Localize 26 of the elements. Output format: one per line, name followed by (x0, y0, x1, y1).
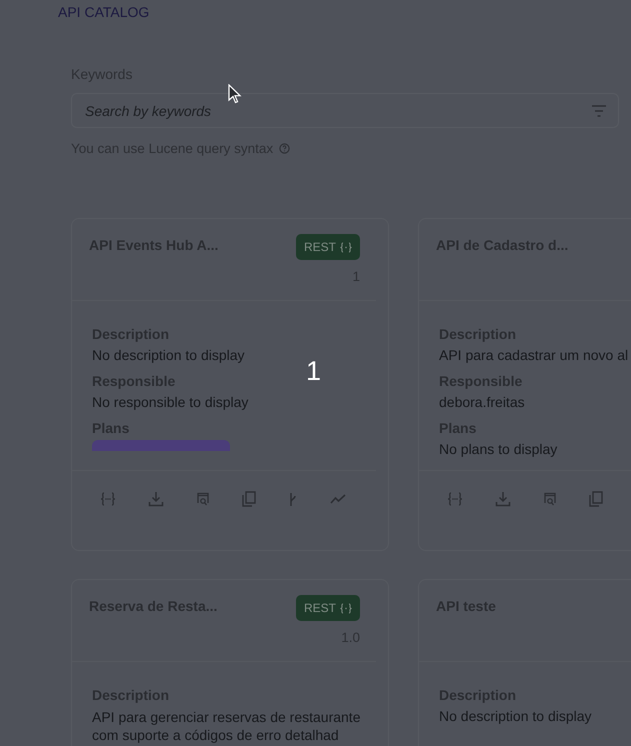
code-icon[interactable] (447, 492, 463, 506)
section-text: No description to display (439, 708, 592, 724)
section-text: No responsible to display (92, 394, 248, 410)
braces-icon (340, 242, 352, 252)
branch-icon[interactable] (288, 492, 298, 506)
page-title: API CATALOG (58, 4, 150, 20)
download-icon[interactable] (148, 491, 164, 507)
braces-icon (340, 602, 352, 614)
section-text: API para gerenciar reservas de restaurante com suporte a códigos de erro detalhad (92, 708, 362, 744)
section-text: No description to display (92, 347, 245, 363)
type-tag: REST (296, 234, 360, 260)
section-text: debora.freitas (439, 394, 525, 410)
help-icon[interactable] (279, 143, 290, 154)
step-number: 1 (306, 356, 322, 387)
cursor-icon (228, 84, 242, 104)
download-icon[interactable] (495, 491, 511, 507)
section-text: No plans to display (439, 441, 558, 457)
trend-icon[interactable] (330, 494, 346, 504)
code-icon[interactable] (100, 492, 116, 506)
section-text: API para cadastrar um novo al (439, 347, 628, 363)
filter-icon[interactable] (591, 105, 607, 117)
copy-icon[interactable] (242, 491, 256, 507)
document-search-icon[interactable] (196, 492, 210, 506)
copy-icon[interactable] (589, 491, 603, 507)
document-search-icon[interactable] (543, 492, 557, 506)
type-tag: REST (296, 595, 360, 621)
